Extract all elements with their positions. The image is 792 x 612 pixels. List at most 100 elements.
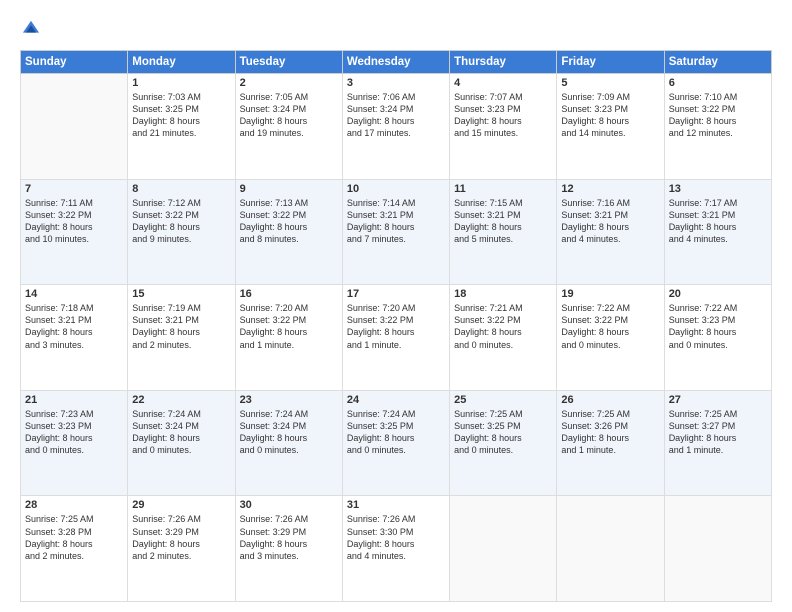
calendar-cell: 10 Sunrise: 7:14 AMSunset: 3:21 PMDayligh…: [342, 179, 449, 285]
day-number: 27: [669, 394, 767, 406]
calendar-cell: 28 Sunrise: 7:25 AMSunset: 3:28 PMDayligh…: [21, 496, 128, 602]
day-number: 17: [347, 288, 445, 300]
cell-info: Sunrise: 7:26 AMSunset: 3:29 PMDaylight:…: [132, 513, 230, 562]
calendar-cell: 2 Sunrise: 7:05 AMSunset: 3:24 PMDaylight…: [235, 74, 342, 180]
calendar-cell: 19 Sunrise: 7:22 AMSunset: 3:22 PMDayligh…: [557, 285, 664, 391]
calendar-cell: 21 Sunrise: 7:23 AMSunset: 3:23 PMDayligh…: [21, 390, 128, 496]
day-number: 31: [347, 499, 445, 511]
day-number: 30: [240, 499, 338, 511]
calendar-cell: 11 Sunrise: 7:15 AMSunset: 3:21 PMDayligh…: [450, 179, 557, 285]
calendar-cell: 31 Sunrise: 7:26 AMSunset: 3:30 PMDayligh…: [342, 496, 449, 602]
day-number: 22: [132, 394, 230, 406]
calendar-cell: 15Sunrise: 7:19 AMSunset: 3:21 PMDayligh…: [128, 285, 235, 391]
day-number: 9: [240, 183, 338, 195]
cell-info: Sunrise: 7:26 AMSunset: 3:30 PMDaylight:…: [347, 513, 445, 562]
cell-info: Sunrise: 7:03 AMSunset: 3:25 PMDaylight:…: [132, 91, 230, 140]
weekday-header-tuesday: Tuesday: [235, 51, 342, 74]
cell-info: Sunrise: 7:19 AMSunset: 3:21 PMDaylight:…: [132, 302, 230, 351]
cell-info: Sunrise: 7:15 AMSunset: 3:21 PMDaylight:…: [454, 197, 552, 246]
weekday-header-saturday: Saturday: [664, 51, 771, 74]
weekday-header-thursday: Thursday: [450, 51, 557, 74]
weekday-header-friday: Friday: [557, 51, 664, 74]
calendar-cell: 7 Sunrise: 7:11 AMSunset: 3:22 PMDaylight…: [21, 179, 128, 285]
cell-info: Sunrise: 7:24 AMSunset: 3:24 PMDaylight:…: [240, 408, 338, 457]
day-number: 5: [561, 77, 659, 89]
cell-info: Sunrise: 7:10 AMSunset: 3:22 PMDaylight:…: [669, 91, 767, 140]
cell-info: Sunrise: 7:22 AMSunset: 3:23 PMDaylight:…: [669, 302, 767, 351]
calendar-cell: 18Sunrise: 7:21 AMSunset: 3:22 PMDayligh…: [450, 285, 557, 391]
day-number: 4: [454, 77, 552, 89]
calendar-row-4: 28 Sunrise: 7:25 AMSunset: 3:28 PMDayligh…: [21, 496, 772, 602]
cell-info: Sunrise: 7:25 AMSunset: 3:27 PMDaylight:…: [669, 408, 767, 457]
day-number: 11: [454, 183, 552, 195]
cell-info: Sunrise: 7:25 AMSunset: 3:25 PMDaylight:…: [454, 408, 552, 457]
day-number: 20: [669, 288, 767, 300]
calendar-cell: 9 Sunrise: 7:13 AMSunset: 3:22 PMDaylight…: [235, 179, 342, 285]
calendar-cell: 13Sunrise: 7:17 AMSunset: 3:21 PMDayligh…: [664, 179, 771, 285]
day-number: 16: [240, 288, 338, 300]
calendar-cell: [664, 496, 771, 602]
calendar-cell: 24 Sunrise: 7:24 AMSunset: 3:25 PMDayligh…: [342, 390, 449, 496]
calendar-cell: 8 Sunrise: 7:12 AMSunset: 3:22 PMDaylight…: [128, 179, 235, 285]
calendar-row-2: 14Sunrise: 7:18 AMSunset: 3:21 PMDayligh…: [21, 285, 772, 391]
cell-info: Sunrise: 7:18 AMSunset: 3:21 PMDaylight:…: [25, 302, 123, 351]
cell-info: Sunrise: 7:14 AMSunset: 3:21 PMDaylight:…: [347, 197, 445, 246]
day-number: 21: [25, 394, 123, 406]
calendar-cell: [21, 74, 128, 180]
calendar-row-0: 1Sunrise: 7:03 AMSunset: 3:25 PMDaylight…: [21, 74, 772, 180]
calendar-table: SundayMondayTuesdayWednesdayThursdayFrid…: [20, 50, 772, 602]
cell-info: Sunrise: 7:20 AMSunset: 3:22 PMDaylight:…: [347, 302, 445, 351]
day-number: 19: [561, 288, 659, 300]
weekday-header-row: SundayMondayTuesdayWednesdayThursdayFrid…: [21, 51, 772, 74]
day-number: 28: [25, 499, 123, 511]
calendar-cell: 17 Sunrise: 7:20 AMSunset: 3:22 PMDayligh…: [342, 285, 449, 391]
day-number: 10: [347, 183, 445, 195]
cell-info: Sunrise: 7:05 AMSunset: 3:24 PMDaylight:…: [240, 91, 338, 140]
cell-info: Sunrise: 7:23 AMSunset: 3:23 PMDaylight:…: [25, 408, 123, 457]
cell-info: Sunrise: 7:22 AMSunset: 3:22 PMDaylight:…: [561, 302, 659, 351]
cell-info: Sunrise: 7:06 AMSunset: 3:24 PMDaylight:…: [347, 91, 445, 140]
cell-info: Sunrise: 7:26 AMSunset: 3:29 PMDaylight:…: [240, 513, 338, 562]
cell-info: Sunrise: 7:24 AMSunset: 3:24 PMDaylight:…: [132, 408, 230, 457]
day-number: 24: [347, 394, 445, 406]
day-number: 7: [25, 183, 123, 195]
calendar-cell: 27 Sunrise: 7:25 AMSunset: 3:27 PMDayligh…: [664, 390, 771, 496]
calendar-cell: 6 Sunrise: 7:10 AMSunset: 3:22 PMDaylight…: [664, 74, 771, 180]
logo-icon: [20, 18, 42, 40]
cell-info: Sunrise: 7:21 AMSunset: 3:22 PMDaylight:…: [454, 302, 552, 351]
calendar-cell: [557, 496, 664, 602]
cell-info: Sunrise: 7:20 AMSunset: 3:22 PMDaylight:…: [240, 302, 338, 351]
calendar-cell: 5 Sunrise: 7:09 AMSunset: 3:23 PMDaylight…: [557, 74, 664, 180]
day-number: 23: [240, 394, 338, 406]
cell-info: Sunrise: 7:25 AMSunset: 3:28 PMDaylight:…: [25, 513, 123, 562]
calendar-cell: 23 Sunrise: 7:24 AMSunset: 3:24 PMDayligh…: [235, 390, 342, 496]
calendar-cell: 12Sunrise: 7:16 AMSunset: 3:21 PMDayligh…: [557, 179, 664, 285]
cell-info: Sunrise: 7:13 AMSunset: 3:22 PMDaylight:…: [240, 197, 338, 246]
calendar-cell: 29Sunrise: 7:26 AMSunset: 3:29 PMDayligh…: [128, 496, 235, 602]
cell-info: Sunrise: 7:17 AMSunset: 3:21 PMDaylight:…: [669, 197, 767, 246]
cell-info: Sunrise: 7:07 AMSunset: 3:23 PMDaylight:…: [454, 91, 552, 140]
calendar-cell: 4 Sunrise: 7:07 AMSunset: 3:23 PMDaylight…: [450, 74, 557, 180]
day-number: 26: [561, 394, 659, 406]
calendar-row-1: 7 Sunrise: 7:11 AMSunset: 3:22 PMDaylight…: [21, 179, 772, 285]
day-number: 8: [132, 183, 230, 195]
calendar-cell: 20 Sunrise: 7:22 AMSunset: 3:23 PMDayligh…: [664, 285, 771, 391]
header: [20, 18, 772, 40]
cell-info: Sunrise: 7:24 AMSunset: 3:25 PMDaylight:…: [347, 408, 445, 457]
calendar-cell: 16 Sunrise: 7:20 AMSunset: 3:22 PMDayligh…: [235, 285, 342, 391]
day-number: 25: [454, 394, 552, 406]
calendar-cell: 22 Sunrise: 7:24 AMSunset: 3:24 PMDayligh…: [128, 390, 235, 496]
day-number: 12: [561, 183, 659, 195]
weekday-header-sunday: Sunday: [21, 51, 128, 74]
cell-info: Sunrise: 7:25 AMSunset: 3:26 PMDaylight:…: [561, 408, 659, 457]
calendar-cell: [450, 496, 557, 602]
day-number: 3: [347, 77, 445, 89]
calendar-cell: 1Sunrise: 7:03 AMSunset: 3:25 PMDaylight…: [128, 74, 235, 180]
cell-info: Sunrise: 7:11 AMSunset: 3:22 PMDaylight:…: [25, 197, 123, 246]
calendar-cell: 30 Sunrise: 7:26 AMSunset: 3:29 PMDayligh…: [235, 496, 342, 602]
day-number: 6: [669, 77, 767, 89]
day-number: 2: [240, 77, 338, 89]
cell-info: Sunrise: 7:12 AMSunset: 3:22 PMDaylight:…: [132, 197, 230, 246]
calendar-cell: 3 Sunrise: 7:06 AMSunset: 3:24 PMDaylight…: [342, 74, 449, 180]
cell-info: Sunrise: 7:09 AMSunset: 3:23 PMDaylight:…: [561, 91, 659, 140]
